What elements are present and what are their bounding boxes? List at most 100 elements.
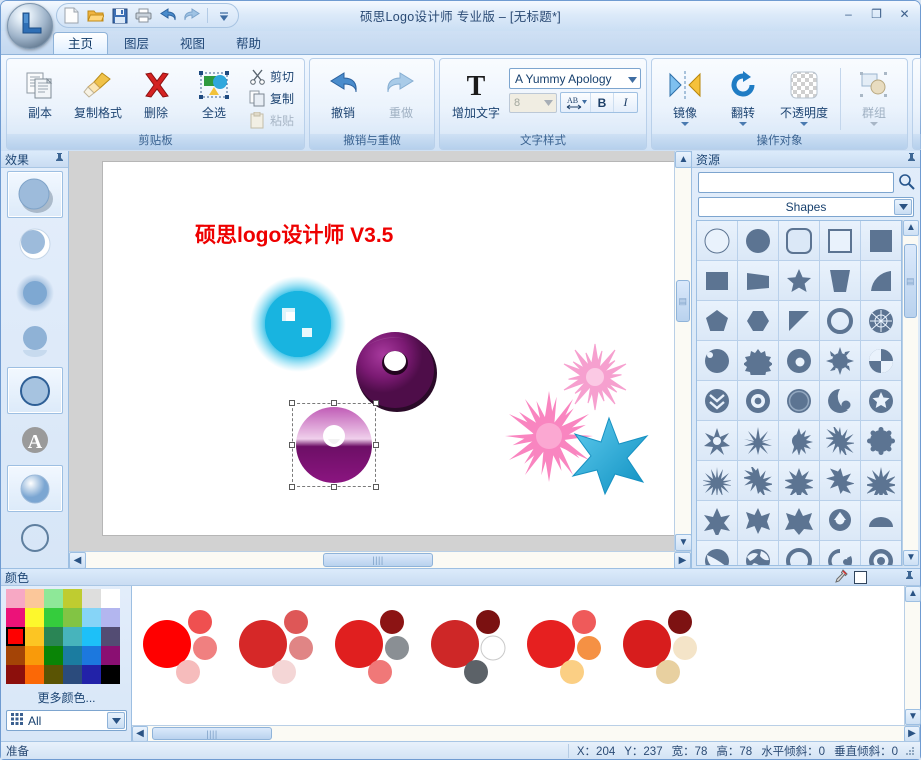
design-page[interactable]: 硕思logo设计师 V3.5	[102, 161, 674, 536]
shape-scroll-up-button[interactable]: ▲	[903, 220, 919, 236]
shape-item[interactable]	[861, 501, 901, 540]
shape-grid[interactable]	[696, 220, 902, 566]
shape-item[interactable]	[820, 501, 860, 540]
gallery-horizontal-scrollbar[interactable]: ◀ |||| ▶	[132, 725, 920, 741]
color-swatch[interactable]	[6, 608, 25, 627]
effect-item-none[interactable]	[7, 514, 63, 561]
effect-item-reflection[interactable]	[7, 318, 63, 365]
flip-button[interactable]: 翻转	[715, 64, 771, 127]
palette-item[interactable]	[612, 586, 708, 725]
color-swatch[interactable]	[82, 646, 101, 665]
search-input[interactable]	[698, 172, 894, 193]
shape-item[interactable]	[779, 461, 819, 500]
selection-handle[interactable]	[289, 400, 295, 406]
selection-handle[interactable]	[331, 484, 337, 490]
shape-item[interactable]	[820, 301, 860, 340]
selection-handle[interactable]	[373, 400, 379, 406]
shape-item[interactable]	[738, 421, 778, 460]
shape-category-combo[interactable]: Shapes	[698, 197, 914, 217]
shape-item[interactable]	[697, 261, 737, 300]
mirror-button[interactable]: 镜像	[657, 64, 713, 127]
selection-handle[interactable]	[331, 400, 337, 406]
shape-item[interactable]	[779, 421, 819, 460]
shape-item[interactable]	[738, 501, 778, 540]
canvas-logo-text[interactable]: 硕思logo设计师 V3.5	[195, 219, 393, 249]
chevron-down-icon[interactable]	[681, 122, 689, 126]
shape-item[interactable]	[697, 501, 737, 540]
color-swatch[interactable]	[101, 665, 120, 684]
pin-icon[interactable]	[907, 152, 916, 166]
current-color-swatch[interactable]	[854, 571, 867, 584]
shape-item[interactable]	[861, 301, 901, 340]
gallery-scroll-left-button[interactable]: ◀	[132, 726, 148, 742]
gallery-hscroll-thumb[interactable]: ||||	[152, 727, 272, 740]
select-all-button[interactable]: 全选	[186, 64, 242, 122]
canvas-vertical-scrollbar[interactable]: ▲ ▤ ▼	[674, 151, 691, 551]
color-swatch[interactable]	[101, 627, 120, 646]
shape-item[interactable]	[861, 221, 901, 260]
shape-item[interactable]	[861, 461, 901, 500]
palette-item[interactable]	[132, 586, 228, 725]
shape-item[interactable]	[861, 261, 901, 300]
shape-item[interactable]	[738, 301, 778, 340]
color-swatch[interactable]	[44, 665, 63, 684]
cut-button[interactable]: 剪切	[246, 66, 299, 87]
chevron-down-icon[interactable]	[739, 122, 747, 126]
color-swatch[interactable]	[25, 608, 44, 627]
color-swatch[interactable]	[63, 589, 82, 608]
color-swatch[interactable]	[44, 589, 63, 608]
gallery-vertical-scrollbar[interactable]: ▲ ▼	[904, 586, 920, 725]
bold-button[interactable]: B	[591, 93, 614, 112]
color-swatch[interactable]	[44, 646, 63, 665]
color-swatch[interactable]	[63, 627, 82, 646]
shape-scroll-down-button[interactable]: ▼	[903, 550, 919, 566]
gallery-scroll-up-button[interactable]: ▲	[905, 586, 921, 602]
shape-item[interactable]	[861, 421, 901, 460]
shape-scroll-thumb[interactable]: ▤	[904, 244, 917, 318]
shape-item[interactable]	[697, 381, 737, 420]
color-swatch[interactable]	[82, 589, 101, 608]
palette-gallery[interactable]	[132, 586, 904, 725]
selection-handle[interactable]	[373, 484, 379, 490]
tab-layers[interactable]: 图层	[109, 33, 164, 54]
shape-item[interactable]	[779, 301, 819, 340]
tab-help[interactable]: 帮助	[221, 33, 276, 54]
canvas-object-purple-donut-3d[interactable]	[351, 327, 441, 415]
selection-handle[interactable]	[373, 442, 379, 448]
gallery-scroll-right-button[interactable]: ▶	[904, 726, 920, 742]
shape-item[interactable]	[697, 421, 737, 460]
canvas-horizontal-scrollbar[interactable]: ◀ |||| ▶	[69, 551, 691, 568]
color-swatch[interactable]	[25, 627, 44, 646]
color-swatch[interactable]	[101, 646, 120, 665]
format-painter-button[interactable]: 复制格式	[70, 64, 126, 122]
shape-item[interactable]	[820, 421, 860, 460]
color-swatch[interactable]	[82, 627, 101, 646]
color-swatch-grid[interactable]	[6, 589, 127, 684]
scroll-down-button[interactable]: ▼	[675, 534, 692, 551]
letter-spacing-button[interactable]: AB	[561, 93, 591, 112]
effect-item-drop-shadow[interactable]	[7, 171, 63, 218]
color-swatch-selected[interactable]	[6, 627, 25, 646]
selection-handle[interactable]	[289, 484, 295, 490]
color-swatch[interactable]	[25, 665, 44, 684]
color-swatch[interactable]	[6, 646, 25, 665]
shape-scroll-track[interactable]: ▤	[903, 236, 918, 550]
italic-button[interactable]: I	[614, 93, 637, 112]
color-swatch[interactable]	[25, 646, 44, 665]
palette-item[interactable]	[420, 586, 516, 725]
shape-item[interactable]	[820, 381, 860, 420]
shape-grid-scrollbar[interactable]: ▲ ▤ ▼	[902, 220, 918, 566]
effect-item-text-a[interactable]: A	[7, 416, 63, 463]
color-swatch[interactable]	[101, 608, 120, 627]
shape-item[interactable]	[779, 541, 819, 566]
color-filter-combo[interactable]: All	[6, 710, 127, 731]
shape-item[interactable]	[820, 461, 860, 500]
shape-item[interactable]	[779, 381, 819, 420]
shape-item[interactable]	[697, 221, 737, 260]
gallery-hscroll-track[interactable]: ||||	[148, 726, 904, 741]
canvas-object-cyan-six-point-star[interactable]	[569, 416, 649, 496]
add-text-button[interactable]: T 增加文字	[445, 64, 507, 122]
shape-item[interactable]	[861, 541, 901, 566]
shape-item[interactable]	[779, 501, 819, 540]
hscroll-thumb[interactable]: ||||	[323, 553, 433, 567]
